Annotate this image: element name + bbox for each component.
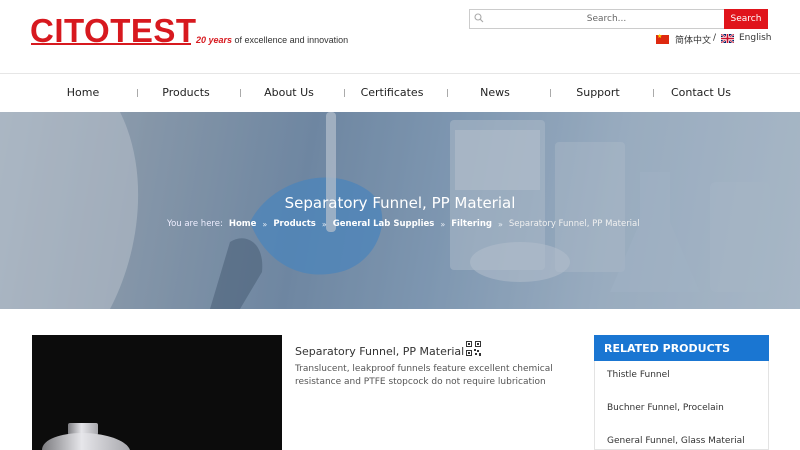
nav-item-support[interactable]: Support xyxy=(548,86,648,99)
lang-chinese-label: 简体中文 xyxy=(675,36,712,46)
product-image[interactable] xyxy=(32,335,282,450)
page-banner: Separatory Funnel, PP Material You are h… xyxy=(0,112,800,309)
qr-code-icon[interactable] xyxy=(466,341,481,356)
breadcrumb-separator: » xyxy=(440,219,446,229)
breadcrumb-separator: » xyxy=(321,219,327,229)
lang-english-label: English xyxy=(739,33,772,43)
logo-underline xyxy=(31,43,191,45)
search-input[interactable] xyxy=(490,10,723,28)
related-item-general-funnel[interactable]: General Funnel, Glass Material xyxy=(607,436,745,446)
search-icon xyxy=(474,13,484,23)
breadcrumb-prefix: You are here: xyxy=(167,219,223,229)
search-button[interactable]: Search xyxy=(724,9,768,29)
lang-separator: / xyxy=(713,33,717,43)
tagline-text: of excellence and innovation xyxy=(232,35,349,45)
breadcrumb: You are here: Home » Products » General … xyxy=(167,219,640,229)
breadcrumb-separator: » xyxy=(262,219,268,229)
site-header: CITOTEST 20 years of excellence and inno… xyxy=(0,0,800,74)
breadcrumb-current: Separatory Funnel, PP Material xyxy=(508,219,640,229)
breadcrumb-separator: » xyxy=(497,219,503,229)
uk-flag-icon xyxy=(721,33,734,43)
nav-item-home[interactable]: Home xyxy=(33,86,133,99)
breadcrumb-products[interactable]: Products xyxy=(273,219,316,229)
nav-item-news[interactable]: News xyxy=(445,86,545,99)
tagline-years: 20 years xyxy=(196,35,233,45)
nav-item-contact-us[interactable]: Contact Us xyxy=(651,86,751,99)
lang-chinese-link[interactable]: 简体中文 xyxy=(656,33,711,46)
related-item-thistle-funnel[interactable]: Thistle Funnel xyxy=(607,370,670,380)
funnel-photo xyxy=(42,423,130,450)
breadcrumb-general-lab-supplies[interactable]: General Lab Supplies xyxy=(333,219,435,229)
nav-item-about-us[interactable]: About Us xyxy=(239,86,339,99)
product-description: Translucent, leakproof funnels feature e… xyxy=(295,364,553,387)
nav-item-products[interactable]: Products xyxy=(136,86,236,99)
china-flag-icon xyxy=(656,33,669,44)
nav-item-certificates[interactable]: Certificates xyxy=(342,86,442,99)
breadcrumb-home[interactable]: Home xyxy=(229,219,257,229)
page-title: Separatory Funnel, PP Material xyxy=(284,194,516,212)
main-nav: Home Products About Us Certificates News… xyxy=(0,74,800,112)
lang-english-link[interactable]: English xyxy=(721,33,772,43)
related-products-header: RELATED PRODUCTS xyxy=(594,335,769,361)
breadcrumb-filtering[interactable]: Filtering xyxy=(451,219,492,229)
product-title: Separatory Funnel, PP Material xyxy=(295,345,465,358)
tagline: 20 years of excellence and innovation xyxy=(196,35,348,45)
related-item-buchner-funnel[interactable]: Buchner Funnel, Procelain xyxy=(607,403,724,413)
